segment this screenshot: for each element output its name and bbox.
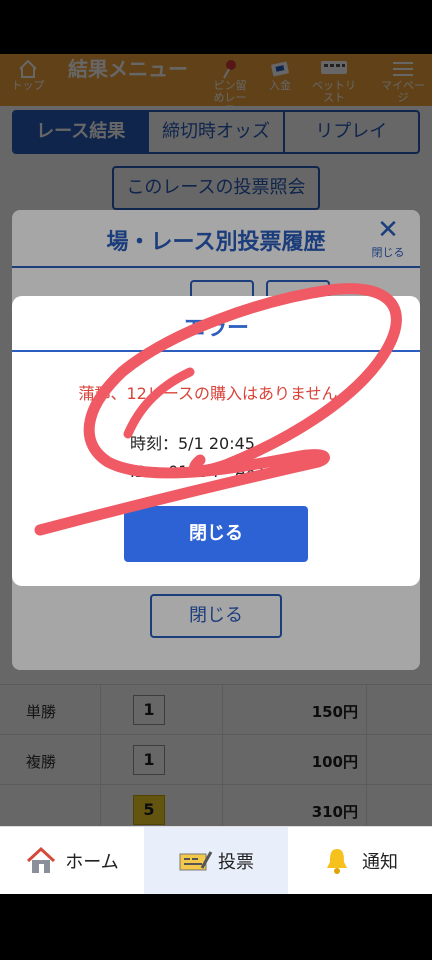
- error-modal: エラー 蒲郡、12レースの購入はありません。 時刻：5/1 20:45 ID ：…: [12, 296, 420, 586]
- nav-vote-label: 投票: [218, 851, 254, 873]
- error-id: ID ：01694 - A81: [130, 462, 267, 481]
- nav-vote[interactable]: 投票: [144, 827, 288, 894]
- nav-home-label: ホーム: [65, 851, 119, 873]
- house-icon: [25, 846, 57, 876]
- nav-home[interactable]: ホーム: [0, 827, 144, 894]
- error-time: 時刻：5/1 20:45: [130, 434, 255, 453]
- bell-icon: [322, 846, 354, 876]
- error-title: エラー: [182, 316, 249, 341]
- nav-notice[interactable]: 通知: [288, 827, 432, 894]
- error-detail: 時刻：5/1 20:45 ID ：01694 - A81: [130, 430, 266, 486]
- nav-notice-label: 通知: [362, 851, 398, 873]
- error-close-button[interactable]: 閉じる: [124, 506, 308, 562]
- app-screen: トップ 結果メニュー ピン留めレース 入金 ベットリスト マイページ: [0, 54, 432, 894]
- bottom-nav: ホーム 投票 通知: [0, 826, 432, 894]
- error-message: 蒲郡、12レースの購入はありません。: [78, 384, 354, 403]
- ticket-icon: [178, 846, 213, 876]
- divider: [12, 350, 420, 352]
